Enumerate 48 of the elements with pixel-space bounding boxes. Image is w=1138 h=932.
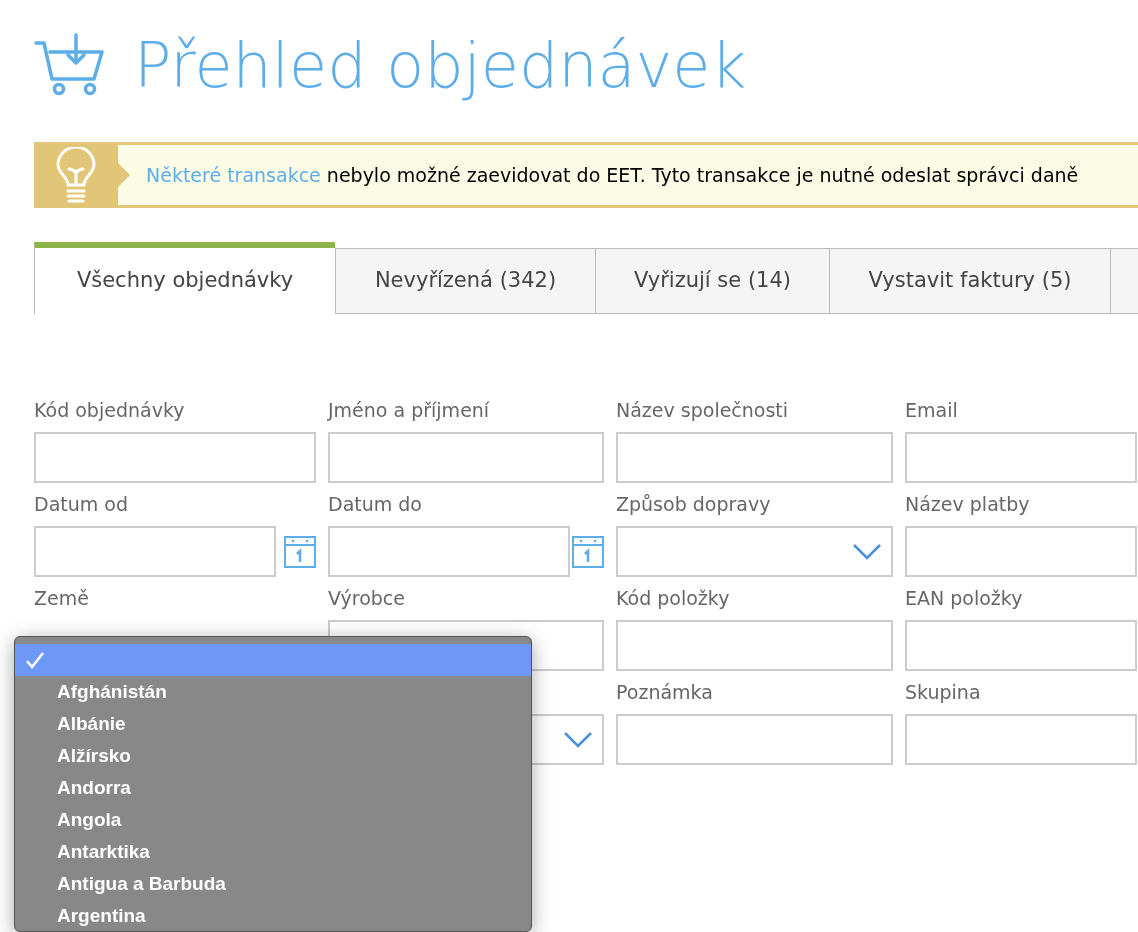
date-field[interactable] xyxy=(34,526,276,577)
input-field[interactable] xyxy=(616,714,893,765)
tab[interactable]: Nevyřízená (342) xyxy=(335,248,595,313)
input-field[interactable] xyxy=(905,620,1137,671)
field-label: Země xyxy=(34,586,90,611)
input-field[interactable] xyxy=(34,432,316,483)
dropdown-option[interactable]: Antarktika xyxy=(15,836,531,868)
field-label: Poznámka xyxy=(616,680,714,705)
field-label: Jméno a příjmení xyxy=(328,398,491,423)
field-label: Výrobce xyxy=(328,586,406,611)
input-field[interactable] xyxy=(328,432,604,483)
field-label: Název společnosti xyxy=(616,398,790,423)
dropdown-option[interactable]: Angola xyxy=(15,804,531,836)
input-field[interactable] xyxy=(616,620,893,671)
calendar-icon[interactable] xyxy=(572,535,604,568)
field-label: Datum do xyxy=(328,492,423,517)
dropdown-option[interactable]: Albánie xyxy=(15,708,531,740)
notice-text: Některé transakce nebylo možné zaevidovat do EET. Tyto transakce je nutné odeslat správci daně xyxy=(146,162,1079,188)
dropdown-option[interactable]: Alžírsko xyxy=(15,740,531,772)
dropdown-option[interactable]: Argentina xyxy=(15,900,531,931)
tab[interactable]: Všechny objednávky xyxy=(34,242,335,314)
checkmark-icon xyxy=(25,651,45,669)
field-label: Datum od xyxy=(34,492,129,517)
field-label: Kód položky xyxy=(616,586,731,611)
input-field[interactable] xyxy=(905,526,1137,577)
dropdown-option[interactable] xyxy=(15,644,531,676)
field-label: Název platby xyxy=(905,492,1031,517)
input-field[interactable] xyxy=(616,432,893,483)
tab[interactable]: Vyřizují se (14) xyxy=(595,248,829,313)
dropdown-option[interactable]: Afghánistán xyxy=(15,676,531,708)
tab[interactable]: Vystavit faktury (5) xyxy=(829,248,1110,313)
tab[interactable] xyxy=(1110,248,1138,313)
select-field[interactable] xyxy=(616,526,893,577)
input-field[interactable] xyxy=(905,714,1137,765)
input-field[interactable] xyxy=(905,432,1137,483)
field-label: Kód objednávky xyxy=(34,398,186,423)
field-label: Skupina xyxy=(905,680,982,705)
field-label: Email xyxy=(905,398,959,423)
dropdown-option[interactable]: Antigua a Barbuda xyxy=(15,868,531,900)
field-label: EAN položky xyxy=(905,586,1024,611)
lightbulb-icon xyxy=(56,147,96,203)
dropdown-option[interactable]: Andorra xyxy=(15,772,531,804)
chevron-down-icon xyxy=(564,731,592,748)
date-field[interactable] xyxy=(328,526,570,577)
calendar-icon[interactable] xyxy=(284,535,316,568)
chevron-down-icon xyxy=(853,543,881,560)
transactions-link[interactable]: Některé transakce xyxy=(146,163,321,186)
field-label: Způsob dopravy xyxy=(616,492,772,517)
